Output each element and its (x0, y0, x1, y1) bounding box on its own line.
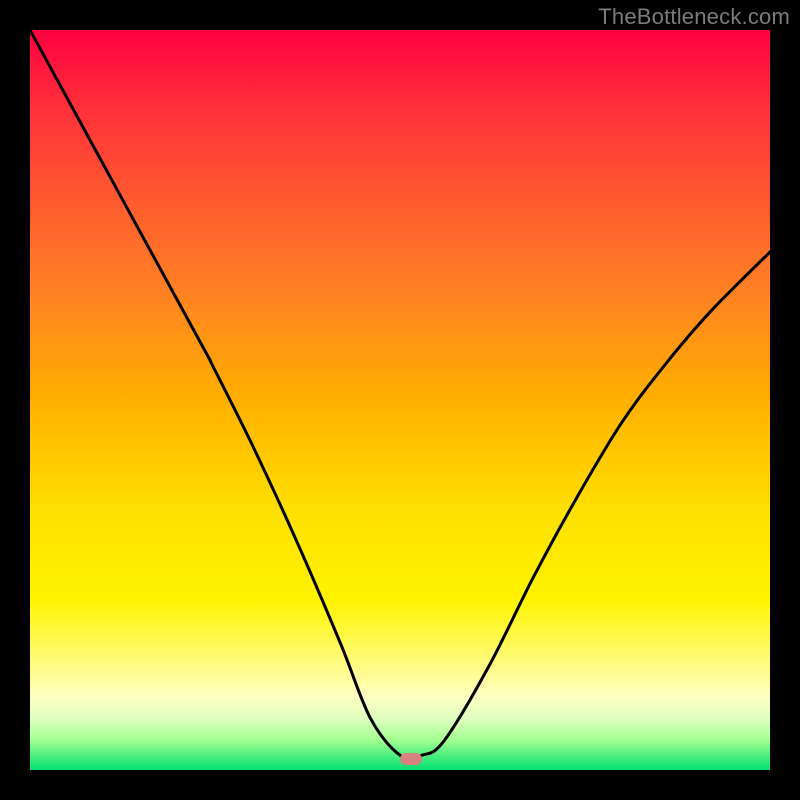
bottleneck-curve (30, 30, 770, 770)
plot-area (30, 30, 770, 770)
chart-frame: TheBottleneck.com (0, 0, 800, 800)
optimal-point-marker (400, 753, 422, 765)
watermark-text: TheBottleneck.com (598, 4, 790, 30)
